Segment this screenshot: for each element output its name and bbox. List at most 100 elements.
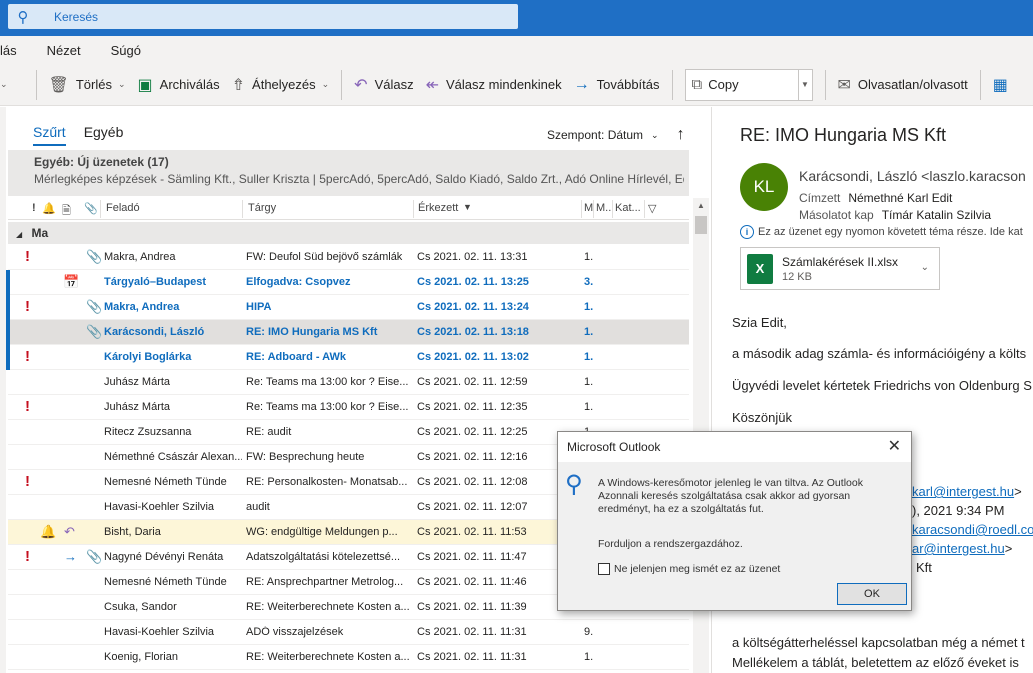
chevron-down-icon[interactable]: ⌄	[921, 262, 929, 273]
attachment-size: 12 KB	[782, 270, 812, 283]
row-from: Havasi-Koehler Szilvia	[104, 626, 215, 638]
close-icon[interactable]: ✕	[888, 436, 901, 456]
sort-direction-icon[interactable]: ↑	[677, 126, 685, 144]
mention-column[interactable]: M..	[596, 202, 611, 214]
row-from: Bisht, Daria	[104, 526, 161, 538]
row-size: 1.	[584, 326, 594, 338]
importance-high-icon: !	[25, 548, 30, 565]
chevron-down-icon[interactable]: ⌄	[322, 79, 330, 90]
to-recipient[interactable]: Némethné Karl Edit	[848, 191, 952, 205]
checkbox-box[interactable]	[598, 563, 610, 575]
other-inbox-title: Egyéb: Új üzenetek (17)	[34, 155, 169, 169]
quoted-from-line: karl@intergest.hu>	[912, 484, 1022, 499]
cc-recipient[interactable]: Tímár Katalin Szilvia	[882, 208, 991, 222]
row-size: 1.	[584, 351, 594, 363]
search-input[interactable]: Keresés	[54, 10, 98, 24]
delete-label: Törlés	[75, 77, 112, 92]
delete-button[interactable]: 🗑 Törlés ⌄	[43, 70, 132, 100]
search-icon: ⚲	[17, 8, 29, 26]
reminder-bell-icon: 🔔	[40, 524, 57, 539]
table-row[interactable]: ! 📎 Makra, Andrea FW: Deufol Süd bejövő szá…	[8, 245, 689, 270]
attachment-icon: 📎	[86, 249, 103, 264]
archive-button[interactable]: ▣ Archiválás	[132, 70, 226, 100]
scroll-up-icon[interactable]: ▲	[693, 198, 709, 214]
subject-column[interactable]: Tárgy	[248, 202, 276, 214]
ok-button[interactable]: OK	[837, 583, 907, 605]
category-column[interactable]: Kat...	[615, 202, 641, 214]
group-header-today[interactable]: ◢ Ma	[8, 222, 689, 244]
collapse-icon[interactable]: ◢	[16, 230, 22, 239]
from-column[interactable]: Feladó	[106, 202, 140, 214]
row-subject: FW: Deufol Süd bejövő számlák	[246, 251, 403, 263]
attachment-column-icon[interactable]: 📎	[84, 202, 98, 215]
row-received: Cs 2021. 02. 11. 13:25	[417, 276, 529, 288]
quoted-date-line: ), 2021 9:34 PM	[912, 503, 1005, 518]
dialog-title-bar: Microsoft Outlook ✕	[558, 432, 911, 462]
avatar[interactable]: KL	[740, 163, 788, 211]
menu-item-actions[interactable]: lás	[0, 43, 17, 58]
move-button[interactable]: ⇮ Áthelyezés ⌄	[226, 70, 336, 100]
chevron-down-icon[interactable]: ⌄	[118, 79, 126, 90]
row-from: Makra, Andrea	[104, 301, 180, 313]
icon-column-icon[interactable]: 🗎	[62, 202, 71, 221]
importance-high-icon: !	[25, 348, 30, 365]
row-subject: RE: Weiterberechnete Kosten a...	[246, 601, 410, 613]
attachment-card[interactable]: X Számlakérések II.xlsx 12 KB ⌄	[740, 247, 940, 290]
categorize-button[interactable]: ▦	[987, 70, 1021, 100]
move-label: Áthelyezés	[252, 77, 316, 92]
chevron-down-icon[interactable]: ▼	[797, 69, 812, 100]
email-link[interactable]: karacsondi@roedl.co	[912, 522, 1033, 537]
search-magnifier-icon: ⚲	[565, 471, 583, 498]
table-row[interactable]: Juhász Márta Re: Teams ma 13:00 kor ? Eis…	[8, 370, 689, 395]
table-row[interactable]: 📅 Tárgyaló–Budapest Elfogadva: Csopvez Cs 2…	[6, 270, 689, 295]
table-row[interactable]: ! Juhász Márta Re: Teams ma 13:00 kor ? Ei…	[8, 395, 689, 420]
email-link[interactable]: karl@intergest.hu	[912, 484, 1014, 499]
body-paragraph: Mellékelem a táblát, beletettem az előző…	[732, 655, 1019, 670]
grid-icon: ▦	[992, 76, 1008, 94]
quoted-subject-line: Kft	[916, 560, 932, 575]
ribbon-toolbar: ⌄ 🗑 Törlés ⌄ ▣ Archiválás ⇮ Áthelyezés ⌄…	[0, 64, 1033, 106]
reply-button[interactable]: ↶ Válasz	[348, 70, 419, 100]
sort-label: Szempont: Dátum	[547, 128, 644, 142]
folder-pane-edge	[0, 107, 6, 673]
tracking-info: i Ez az üzenet egy nyomon követett téma …	[740, 225, 1023, 239]
row-size: 1.	[584, 251, 594, 263]
dont-show-again-checkbox[interactable]: Ne jelenjen meg ismét ez az üzenet	[598, 563, 780, 575]
tab-other[interactable]: Egyéb	[84, 124, 124, 146]
scroll-thumb[interactable]	[695, 216, 707, 234]
search-box[interactable]: ⚲ Keresés	[8, 4, 518, 29]
row-subject: RE: Adboard - AWk	[246, 351, 347, 363]
read-unread-button[interactable]: ✉ Olvasatlan/olvasott	[832, 70, 974, 100]
sender-name[interactable]: Karácsondi, László <laszlo.karacson	[799, 168, 1026, 184]
row-from: Makra, Andrea	[104, 251, 176, 263]
menu-item-view[interactable]: Nézet	[47, 43, 81, 58]
row-received: Cs 2021. 02. 11. 13:31	[417, 251, 528, 263]
email-link[interactable]: ar@intergest.hu	[912, 541, 1005, 556]
table-row[interactable]: ! 📎 Makra, Andrea HIPA Cs 2021. 02. 11. 13:2…	[6, 295, 689, 320]
row-subject: ADÓ visszajelzések	[246, 626, 344, 638]
filter-icon[interactable]: ▽	[648, 202, 656, 215]
table-row[interactable]: ! Károlyi Boglárka RE: Adboard - AWk Cs 202…	[6, 345, 689, 370]
received-column[interactable]: Érkezett	[418, 202, 458, 214]
row-received: Cs 2021. 02. 11. 11:39	[417, 601, 527, 613]
table-row[interactable]: Koenig, Florian RE: Weiterberechnete Kost…	[8, 645, 689, 670]
chevron-down-icon[interactable]: ⌄	[0, 79, 8, 90]
table-row[interactable]: 📎 Karácsondi, László RE: IMO Hungaria MS K…	[6, 320, 689, 345]
menu-item-help[interactable]: Súgó	[111, 43, 141, 58]
reply-label: Válasz	[374, 77, 414, 92]
forward-button[interactable]: → Továbbítás	[568, 70, 666, 100]
reminder-column-icon[interactable]: 🔔	[42, 202, 56, 215]
tab-focused[interactable]: Szűrt	[33, 124, 66, 146]
other-inbox-notice[interactable]: Egyéb: Új üzenetek (17) Mérlegképes képz…	[8, 150, 689, 196]
importance-column[interactable]: !	[32, 202, 36, 214]
dialog-title: Microsoft Outlook	[567, 440, 661, 454]
sort-control[interactable]: Szempont: Dátum ⌄ ↑	[547, 126, 685, 144]
sort-down-icon: ▼	[463, 202, 472, 212]
importance-high-icon: !	[25, 398, 30, 415]
reply-all-button[interactable]: ↞ Válasz mindenkinek	[420, 70, 568, 100]
table-row[interactable]: Havasi-Koehler Szilvia ADÓ visszajelzések…	[8, 620, 689, 645]
quick-steps-dropdown[interactable]: ⧉ Copy ▼	[684, 68, 813, 101]
reply-all-icon: ↞	[425, 76, 440, 94]
row-size: 1.	[584, 301, 594, 313]
size-column[interactable]: M	[584, 202, 593, 214]
